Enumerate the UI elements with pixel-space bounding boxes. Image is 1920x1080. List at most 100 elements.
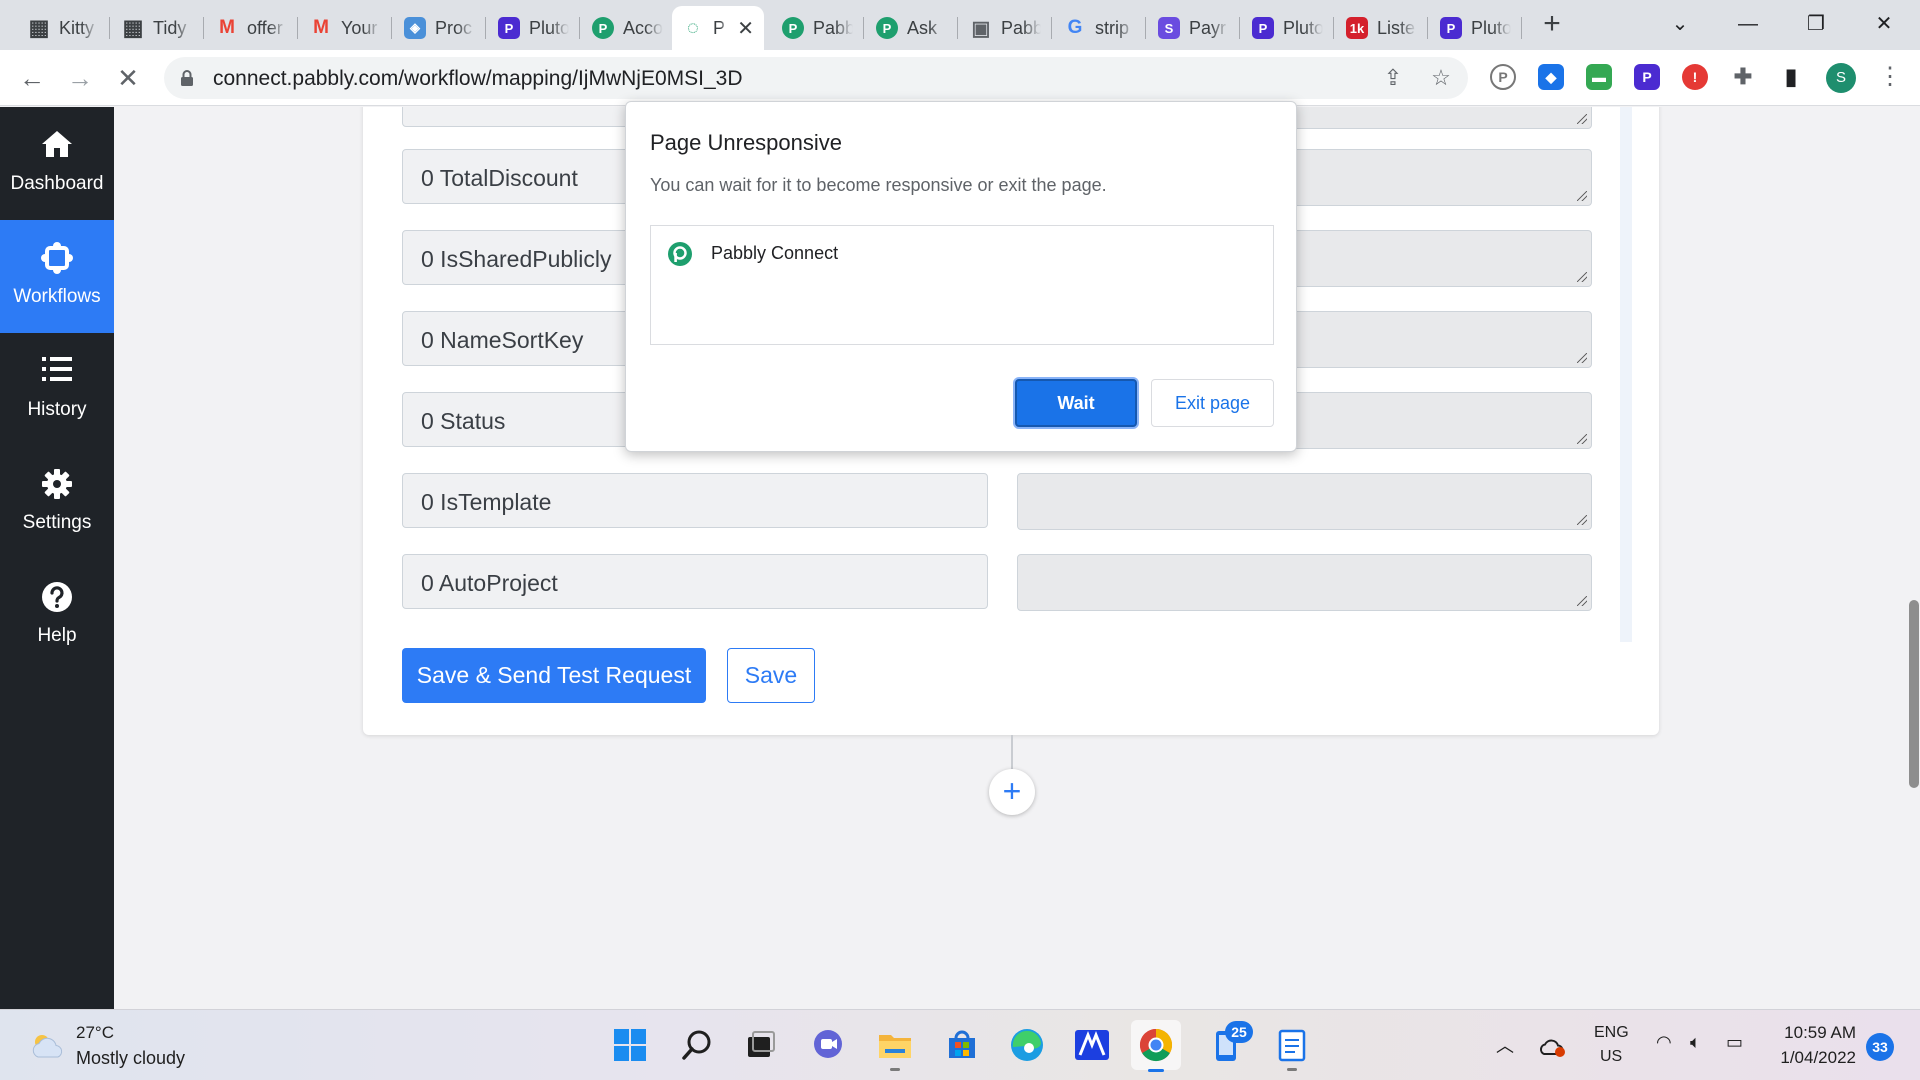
browser-tab[interactable]: S Payr <box>1148 6 1240 50</box>
browser-tab[interactable]: M Your <box>300 6 392 50</box>
pin-extension-icon[interactable]: ! <box>1682 64 1708 90</box>
home-icon <box>42 131 72 157</box>
extensions-puzzle-icon[interactable]: ✚ <box>1730 64 1756 90</box>
writing-app-icon[interactable] <box>1072 1025 1112 1065</box>
exit-page-button[interactable]: Exit page <box>1151 379 1274 427</box>
bookmark-star-icon[interactable]: ☆ <box>1428 65 1454 91</box>
photo-icon: ▣ <box>971 17 991 40</box>
forward-button[interactable]: → <box>62 60 98 96</box>
calendar-icon: ▦ <box>122 15 144 40</box>
microsoft-store-icon[interactable] <box>942 1025 982 1065</box>
volume-muted-icon[interactable]: 🔈︎ <box>1690 1032 1701 1053</box>
close-window-button[interactable]: ✕ <box>1862 8 1906 40</box>
tab-title: Pabb <box>813 17 853 38</box>
folder-extension-icon[interactable]: ▬ <box>1586 64 1612 90</box>
google-icon: G <box>1067 17 1083 38</box>
mapping-value[interactable] <box>1017 554 1592 611</box>
taskbar-date[interactable]: 1/04/2022 <box>1773 1048 1856 1068</box>
pabbly-extension-icon[interactable]: P <box>1490 64 1516 90</box>
search-icon[interactable] <box>677 1025 717 1065</box>
browser-tab[interactable]: P Pluto <box>488 6 580 50</box>
cloud-icon <box>32 1035 63 1058</box>
tab-separator <box>391 17 392 39</box>
pabbly-icon <box>668 242 692 266</box>
start-windows-icon[interactable] <box>610 1025 650 1065</box>
add-step-button[interactable]: + <box>989 769 1035 815</box>
sidebar-item-dashboard[interactable]: Dashboard <box>0 107 114 220</box>
tab-title: offer <box>247 17 283 38</box>
edge-browser-icon[interactable] <box>1007 1025 1047 1065</box>
tab-title: Pluto <box>1471 17 1511 38</box>
menu-kebab-icon[interactable]: ⋮ <box>1878 62 1902 92</box>
list-icon <box>42 357 72 381</box>
browser-tab[interactable]: Gstrip <box>1054 6 1146 50</box>
tab-separator <box>485 17 486 39</box>
wifi-icon[interactable]: ◠ <box>1656 1032 1672 1053</box>
dialog-page-item: Pabbly Connect <box>711 243 839 263</box>
battery-icon[interactable]: ▭ <box>1726 1032 1743 1053</box>
teams-chat-icon[interactable] <box>808 1025 848 1065</box>
location-extension-icon[interactable]: ◆ <box>1538 64 1564 90</box>
chrome-icon[interactable] <box>1131 1020 1181 1072</box>
tab-separator <box>579 17 580 39</box>
tab-separator <box>957 17 958 39</box>
mapping-field[interactable]: 0 AutoProject <box>402 554 988 609</box>
browser-tab[interactable]: P Pabb <box>772 6 864 50</box>
notification-center-badge[interactable]: 33 <box>1866 1033 1894 1061</box>
browser-tab[interactable]: P Pluto <box>1430 6 1522 50</box>
notification-count-badge: 25 <box>1225 1021 1253 1043</box>
browser-tab[interactable]: ◈ Proc <box>394 6 486 50</box>
notepad-icon[interactable] <box>1272 1025 1312 1071</box>
sidebar-item-settings[interactable]: Settings <box>0 446 114 559</box>
browser-tab[interactable]: P Pluto <box>1242 6 1334 50</box>
side-panel-icon[interactable]: ▮ <box>1778 64 1804 90</box>
show-hidden-icons-chevron-icon[interactable]: ︿ <box>1496 1032 1514 1058</box>
browser-tab[interactable]: P Acco <box>582 6 674 50</box>
sidebar-item-workflows[interactable]: Workflows <box>0 220 114 333</box>
browser-tab[interactable]: P Ask <box>866 6 958 50</box>
windows-taskbar: 27°C Mostly cloudy 25 ︿ ENG US ◠ 🔈︎ ▭ 10… <box>0 1009 1920 1080</box>
tab-title: Proc <box>435 17 473 38</box>
tab-title: strip <box>1095 17 1130 38</box>
browser-tab[interactable]: 1k Liste <box>1336 6 1428 50</box>
pluto-icon: P <box>1440 17 1462 39</box>
language-region: US <box>1600 1048 1623 1065</box>
file-explorer-icon[interactable] <box>875 1025 915 1071</box>
browser-tab[interactable]: ▣ Pabb <box>960 6 1052 50</box>
minimize-button[interactable]: — <box>1726 8 1770 40</box>
weather-temperature: 27°C <box>76 1023 114 1042</box>
tab-title: Acco <box>623 17 663 38</box>
weather-condition[interactable]: Mostly cloudy <box>76 1048 185 1069</box>
new-tab-button[interactable]: + <box>1536 9 1568 41</box>
onedrive-offline-icon[interactable] <box>1538 1036 1568 1058</box>
task-view-icon[interactable] <box>741 1025 781 1065</box>
browser-tab[interactable]: ▦ Kitty <box>18 6 110 50</box>
tab-title: Liste <box>1377 17 1416 38</box>
save-button[interactable]: Save <box>727 648 815 703</box>
mapping-field[interactable]: 0 IsTemplate <box>402 473 988 528</box>
share-icon[interactable]: ⇪ <box>1380 65 1406 91</box>
browser-tab-strip: ▦ Kitty ▦ Tidy Moffer M Your ◈ Proc P Pluto P Acco ◌ P… <box>0 0 1920 50</box>
wait-button[interactable]: Wait <box>1015 379 1137 427</box>
restore-button[interactable]: ❐ <box>1794 8 1838 40</box>
stop-loading-button[interactable]: ✕ <box>110 60 146 96</box>
sidebar-item-history[interactable]: History <box>0 333 114 446</box>
browser-tab[interactable]: ▦ Tidy <box>112 6 204 50</box>
mapping-value[interactable] <box>1017 473 1592 530</box>
app-sidebar: Dashboard Workflows History Settings Hel… <box>0 107 114 1009</box>
browser-tab[interactable]: ◌ P ✕ <box>672 6 764 50</box>
taskbar-clock[interactable]: 10:59 AM <box>1781 1023 1856 1043</box>
pluto-extension-icon[interactable]: P <box>1634 64 1660 90</box>
close-tab-icon[interactable]: ✕ <box>737 16 754 41</box>
unresponsive-page-list: Pabbly Connect <box>650 225 1274 345</box>
back-button[interactable]: ← <box>14 60 50 96</box>
save-send-test-button[interactable]: Save & Send Test Request <box>402 648 706 703</box>
browser-tab[interactable]: Moffer <box>206 6 298 50</box>
address-bar[interactable]: connect.pabbly.com/workflow/mapping/IjMw… <box>164 57 1468 99</box>
language-indicator[interactable]: ENG <box>1594 1024 1629 1042</box>
page-scrollbar[interactable] <box>1909 600 1919 788</box>
tab-search-icon[interactable]: ⌄ <box>1658 8 1702 40</box>
sidebar-item-help[interactable]: Help <box>0 559 114 672</box>
page-unresponsive-dialog: Page Unresponsive You can wait for it to… <box>625 101 1297 452</box>
profile-avatar[interactable]: S <box>1826 63 1856 93</box>
